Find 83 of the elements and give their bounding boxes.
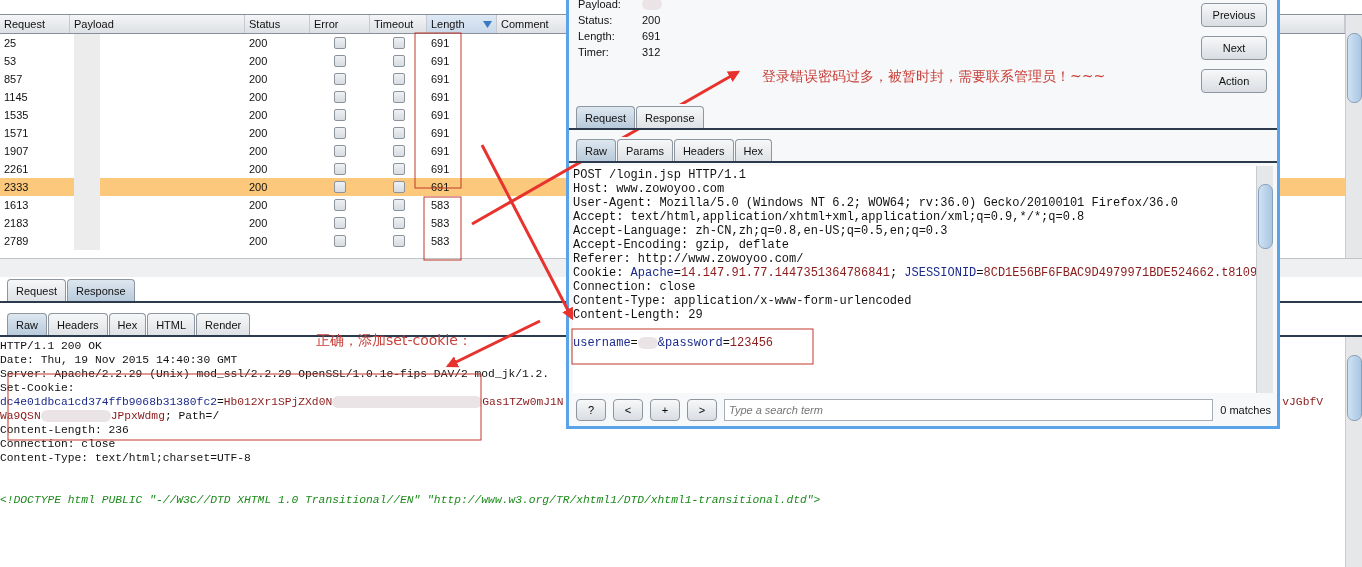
table-cell-text: 857: [3, 73, 24, 86]
table-cell-text: 691: [430, 91, 451, 104]
code-text: Content-Length: 29: [573, 308, 703, 322]
table-cell-text: 691: [430, 73, 451, 86]
code-text: vJGbfV: [1282, 395, 1323, 409]
field-value: 200: [642, 14, 661, 26]
code-text: 123456: [729, 336, 774, 350]
table-cell-text: 200: [248, 199, 269, 212]
code-text: Accept-Encoding: gzip, deflate: [573, 238, 790, 252]
code-text: &password: [657, 336, 723, 350]
table-cell-text: 200: [248, 109, 269, 122]
table-cell-text: 200: [248, 217, 269, 230]
code-text: Connection: close: [0, 437, 116, 451]
code-text: =: [673, 266, 682, 280]
code-text: Set-Cookie:: [0, 381, 75, 395]
code-text: POST /login.jsp HTTP/1.1: [573, 168, 746, 182]
code-text: Apache: [630, 266, 674, 280]
code-text: Wa9QSN: [0, 409, 41, 423]
table-cell-text: 200: [248, 145, 269, 158]
table-cell-text: 691: [430, 181, 451, 194]
code-text: Referer: http://www.zowoyoo.com/: [573, 252, 804, 266]
table-cell-text: 200: [248, 73, 269, 86]
code-text: ; Path=/: [164, 409, 220, 423]
table-cell-text: 200: [248, 163, 269, 176]
match-count: 0 matches: [1220, 404, 1271, 416]
annotation-text: 登录错误密码过多，被暂时封，需要联系管理员！~~~: [762, 68, 1106, 86]
table-cell-text: 200: [248, 55, 269, 68]
table-cell-text: 1145: [3, 91, 29, 104]
field-label: Payload:: [578, 0, 622, 10]
code-text: <!DOCTYPE html PUBLIC "-//W3C//DTD XHTML 1.0 Transitional//EN" "http://www.w3.org/TR/xhtml1/DTD/xhtml1-transitional.dtd">: [0, 493, 821, 507]
table-cell-text: 200: [248, 37, 269, 50]
field-label: Length:: [578, 30, 616, 42]
table-cell-text: 200: [248, 235, 269, 248]
table-cell-text: 200: [248, 127, 269, 140]
table-cell-text: 1535: [3, 109, 30, 122]
table-cell-text: 583: [430, 217, 451, 230]
table-cell-text: 2183: [3, 217, 30, 230]
code-text: JSESSIONID: [904, 266, 977, 280]
table-cell-text: 691: [430, 163, 451, 176]
code-text: Content-Type: text/html;charset=UTF-8: [0, 451, 251, 465]
code-text: Server: Apache/2.2.29 (Unix) mod_ssl/2.2.29 OpenSSL/1.0.1e-fips DAV/2 mod_jk/1.2.: [0, 367, 550, 381]
table-cell-text: 691: [430, 127, 451, 140]
annotation-text: 正确，添加set-cookie：: [316, 332, 472, 350]
code-text: JPpxWdmg: [110, 409, 165, 423]
code-text: Connection: close: [573, 280, 696, 294]
table-cell-text: 2261: [3, 163, 30, 176]
code-text: User-Agent: Mozilla/5.0 (Windows NT 6.2; WOW64; rv:36.0) Gecko/20100101 Firefox/36.0: [573, 196, 1178, 210]
code-text: Cookie:: [573, 266, 625, 280]
table-cell-text: 691: [430, 37, 451, 50]
table-cell-text: 583: [430, 235, 451, 248]
table-cell-text: 200: [248, 181, 269, 194]
code-text: Hb012Xr1SPjZXd0N: [223, 395, 333, 409]
code-text: =: [630, 336, 638, 350]
code-text: ;: [889, 266, 899, 280]
table-cell-text: 691: [430, 145, 451, 158]
code-text: dc4e01dbca1cd374ffb9068b31380fc2: [0, 395, 217, 409]
code-text: 14.147.91.77.1447351364786841: [681, 266, 890, 280]
table-cell-text: 691: [430, 55, 451, 68]
table-cell-text: 583: [430, 199, 451, 212]
code-text: Content-Type: application/x-www-form-urlencoded: [573, 294, 912, 308]
code-text: Content-Length: 236: [0, 423, 129, 437]
table-cell-text: 2789: [3, 235, 30, 248]
field-label: Status:: [578, 14, 614, 26]
code-text: username: [573, 336, 631, 350]
code-text: =: [722, 336, 730, 350]
code-text: Host: www.zowoyoo.com: [573, 182, 725, 196]
table-cell-text: 691: [430, 109, 451, 122]
table-cell-text: 200: [248, 91, 269, 104]
code-text: Gas1TZw0mJ1N: [482, 395, 564, 409]
code-text: 8CD1E56BF6FBAC9D4979971BDE524662.t8109: [983, 266, 1256, 280]
table-cell-text: 53: [3, 55, 18, 68]
field-value: 691: [642, 30, 661, 42]
code-text: =: [976, 266, 984, 280]
field-value: 312: [642, 46, 661, 58]
code-text: =: [216, 395, 224, 409]
table-cell-text: 1571: [3, 127, 30, 140]
code-text: HTTP/1.1 200 OK: [0, 339, 102, 353]
table-cell-text: 1907: [3, 145, 30, 158]
table-cell-text: 1613: [3, 199, 30, 212]
table-cell-text: 25: [3, 37, 18, 50]
field-label: Timer:: [578, 46, 610, 58]
table-cell-text: 2333: [3, 181, 30, 194]
code-text: Date: Thu, 19 Nov 2015 14:40:30 GMT: [0, 353, 238, 367]
